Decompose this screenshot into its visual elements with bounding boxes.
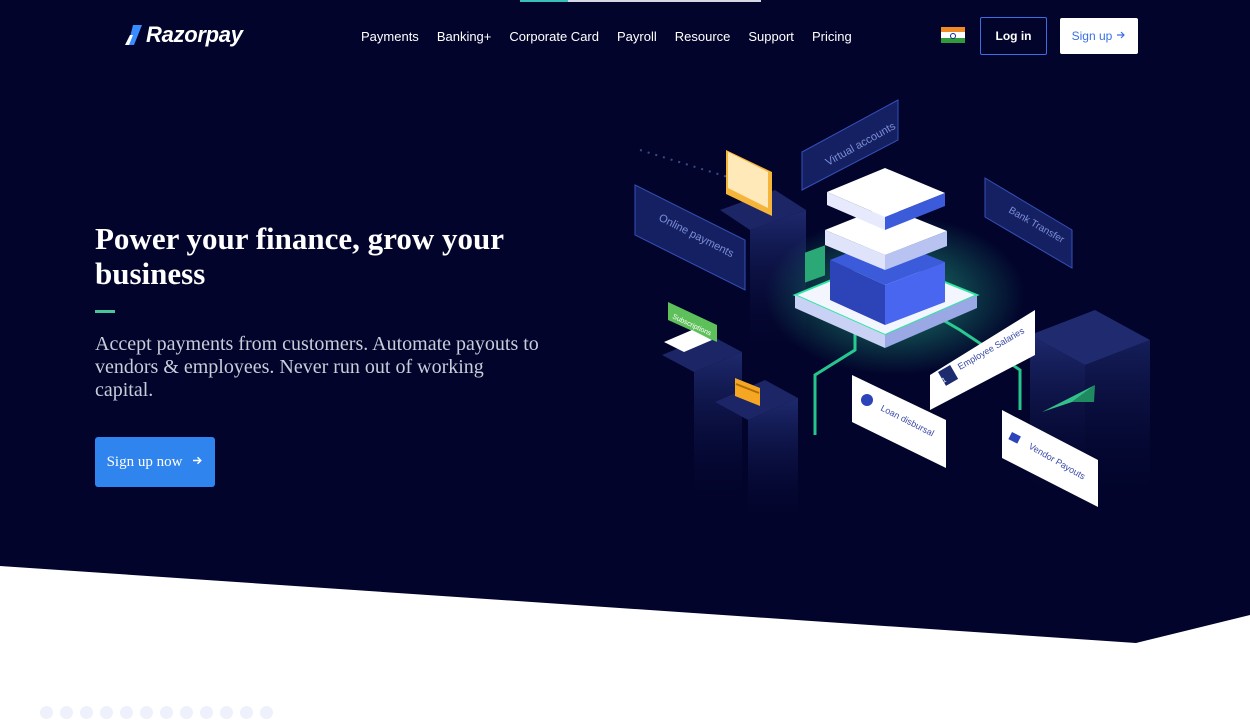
nav-item-resource[interactable]: Resource: [666, 28, 740, 46]
nav-item-payments[interactable]: Payments: [352, 28, 428, 46]
signup-button-label: Sign up: [1071, 29, 1113, 43]
hero-headline: Power your finance, grow your business: [95, 221, 504, 291]
nav-item-support[interactable]: Support: [739, 28, 803, 46]
nav-item-pricing[interactable]: Pricing: [803, 28, 861, 46]
nav-item-banking[interactable]: Banking+: [428, 28, 501, 46]
razorpay-logo-icon: [124, 24, 144, 46]
headline-accent-line: [95, 310, 115, 313]
nav-item-payroll[interactable]: Payroll: [608, 28, 666, 46]
main-nav: Payments Banking+ Corporate Card Payroll…: [352, 28, 861, 46]
page-loading-bar: [520, 0, 761, 2]
pillar-left: [662, 335, 798, 530]
arrow-right-icon: [192, 454, 203, 471]
razorpay-logo[interactable]: Razorpay: [124, 22, 243, 48]
nav-item-corporate-card[interactable]: Corporate Card: [500, 28, 608, 46]
online-payments-card: Online payments: [634, 184, 746, 291]
decorative-dots: [40, 706, 273, 719]
login-button-label: Log in: [995, 29, 1032, 43]
hero-illustration: Virtual accounts Online payments Bank Tr…: [634, 99, 1150, 530]
brand-name: Razorpay: [146, 22, 243, 47]
signup-now-label: Sign up now: [106, 453, 183, 470]
hero-subtext: Accept payments from customers. Automate…: [95, 333, 539, 401]
signup-now-button[interactable]: Sign up now: [95, 437, 215, 487]
arrow-right-icon: [1116, 29, 1126, 43]
signup-button[interactable]: Sign up: [1060, 18, 1138, 54]
india-flag-icon[interactable]: [941, 27, 965, 43]
login-button[interactable]: Log in: [980, 17, 1047, 55]
